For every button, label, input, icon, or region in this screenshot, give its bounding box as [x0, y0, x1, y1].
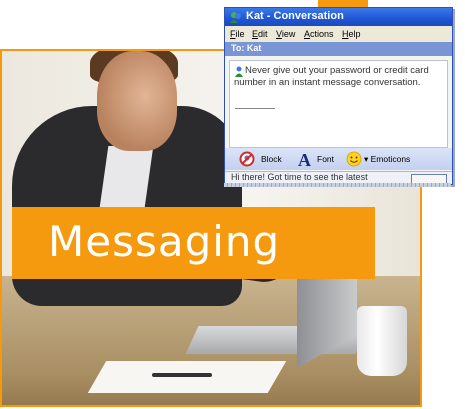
svg-text:A: A — [298, 150, 311, 168]
to-bar: To: Kat — [225, 42, 452, 56]
divider — [235, 108, 275, 109]
window-title: Kat - Conversation — [246, 10, 344, 22]
menu-view[interactable]: View — [276, 29, 295, 39]
window-bottom-edge — [224, 183, 451, 187]
menu-file[interactable]: File — [230, 29, 245, 39]
menu-bar: File Edit View Actions Help — [225, 26, 452, 42]
message-history[interactable]: Never give out your password or credit c… — [229, 60, 448, 148]
banner-title: Messaging — [48, 217, 281, 266]
font-button[interactable]: Font — [317, 154, 334, 164]
font-icon[interactable]: A — [297, 150, 313, 168]
messaging-banner: Messaging — [12, 207, 375, 279]
messenger-icon — [230, 12, 241, 23]
conversation-window[interactable]: Kat - Conversation File Edit View Action… — [224, 7, 453, 185]
menu-edit[interactable]: Edit — [252, 29, 268, 39]
block-icon[interactable] — [239, 151, 255, 167]
to-recipient: To: Kat — [231, 43, 262, 53]
input-text[interactable]: Hi there! Got time to see the latest — [231, 172, 368, 182]
menu-actions[interactable]: Actions — [304, 29, 334, 39]
emoticon-icon[interactable] — [346, 151, 362, 167]
block-button[interactable]: Block — [261, 154, 282, 164]
title-bar[interactable]: Kat - Conversation — [225, 8, 452, 26]
emoticons-button[interactable]: ▾ Emoticons — [364, 154, 410, 165]
conversation-toolbar: Block A Font ▾ Emoticons — [225, 148, 452, 170]
menu-help[interactable]: Help — [342, 29, 361, 39]
warning-message: Never give out your password or credit c… — [234, 65, 429, 88]
